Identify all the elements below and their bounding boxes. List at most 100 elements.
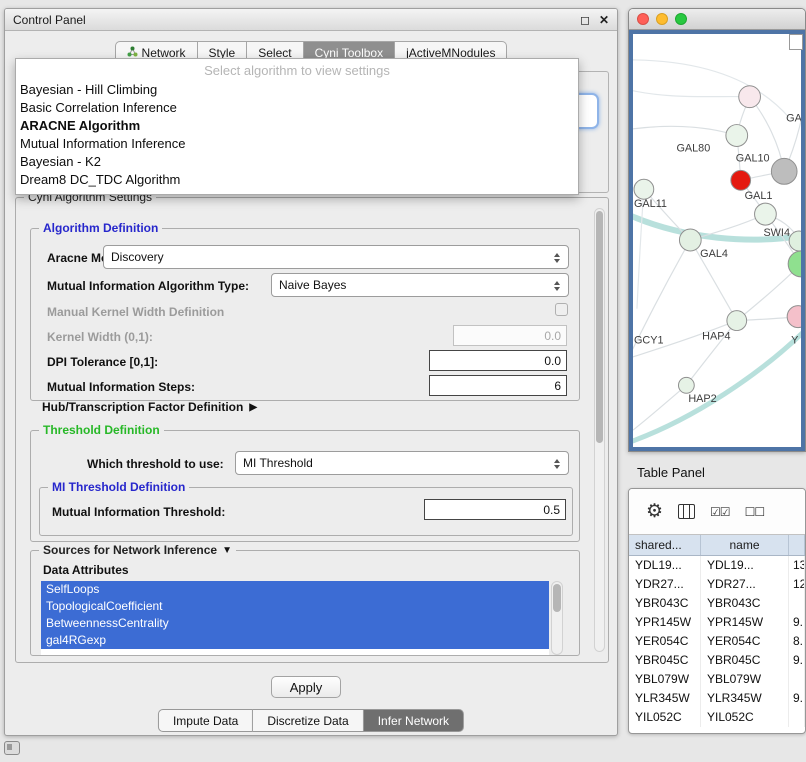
deselect-all-icon[interactable]: ☐☐: [745, 505, 765, 519]
dpi-tolerance-label: DPI Tolerance [0,1]:: [47, 355, 158, 369]
table-cell: YDR27...: [629, 575, 701, 594]
table-cell: 12: [789, 575, 805, 594]
algorithm-popup-placeholder: Select algorithm to view settings: [16, 59, 578, 81]
close-window-icon[interactable]: ✕: [599, 14, 609, 26]
manual-kernel-checkbox[interactable]: [555, 303, 568, 316]
column-header[interactable]: [789, 535, 805, 555]
network-node[interactable]: [679, 229, 701, 251]
table-cell: YBR045C: [701, 651, 789, 670]
network-node[interactable]: [731, 170, 751, 190]
network-node[interactable]: [788, 251, 801, 277]
network-node[interactable]: [727, 311, 747, 331]
table-row[interactable]: YBR045CYBR045C9.: [629, 651, 805, 670]
network-edge[interactable]: [633, 90, 750, 97]
window-title: Control Panel: [13, 13, 86, 27]
threshold-definition-group: Threshold Definition Which threshold to …: [30, 430, 580, 542]
mi-threshold-group-title: MI Threshold Definition: [48, 480, 189, 494]
algorithm-option[interactable]: Dream8 DC_TDC Algorithm: [16, 171, 578, 189]
network-edge[interactable]: [633, 126, 737, 135]
attribute-item[interactable]: gal4RGexp: [41, 632, 549, 649]
control-panel-titlebar: Control Panel ◻ ✕: [5, 9, 617, 31]
attributes-scrollbar[interactable]: [551, 581, 563, 655]
mi-type-combobox[interactable]: Naive Bayes: [271, 273, 569, 297]
combobox-value: Naive Bayes: [279, 278, 346, 292]
column-header[interactable]: shared...: [629, 535, 701, 555]
select-all-icon[interactable]: ☑☑: [710, 505, 730, 519]
table-header: shared...name: [629, 535, 805, 556]
column-selector-icon[interactable]: [678, 504, 695, 519]
sources-disclosure[interactable]: Sources for Network Inference ▼: [39, 543, 236, 557]
table-cell: YER054C: [629, 632, 701, 651]
float-panel-icon[interactable]: [4, 741, 20, 755]
tab-discretize-data[interactable]: Discretize Data: [253, 709, 363, 732]
node-label: HAP2: [688, 393, 716, 405]
node-label: GCY1: [634, 334, 664, 346]
data-attributes-list: SelfLoopsTopologicalCoefficientBetweenne…: [41, 581, 549, 655]
table-cell: YBL079W: [629, 670, 701, 689]
table-cell: YBR045C: [629, 651, 701, 670]
table-row[interactable]: YPR145WYPR145W9.: [629, 613, 805, 632]
network-overview-box[interactable]: [789, 34, 803, 50]
table-row[interactable]: YBR043CYBR043C: [629, 594, 805, 613]
zoom-traffic-light-icon[interactable]: [675, 13, 687, 25]
network-node[interactable]: [739, 86, 761, 108]
kernel-width-field[interactable]: [453, 325, 567, 346]
algorithm-option[interactable]: Mutual Information Inference: [16, 135, 578, 153]
aracne-mode-combobox[interactable]: Discovery: [103, 245, 569, 269]
table-row[interactable]: YDR27...YDR27...12: [629, 575, 805, 594]
column-header[interactable]: name: [701, 535, 789, 555]
kernel-width-label: Kernel Width (0,1):: [47, 330, 153, 344]
attribute-item[interactable]: TopologicalCoefficient: [41, 598, 549, 615]
float-window-icon[interactable]: ◻: [580, 14, 590, 26]
minimize-traffic-light-icon[interactable]: [656, 13, 668, 25]
network-node[interactable]: [726, 125, 748, 147]
table-row[interactable]: YIL052CYIL052C: [629, 708, 805, 727]
table-cell: YIL052C: [701, 708, 789, 727]
algorithm-option[interactable]: ARACNE Algorithm: [16, 117, 578, 135]
network-node[interactable]: [771, 158, 797, 184]
algorithm-option[interactable]: Bayesian - Hill Climbing: [16, 81, 578, 99]
network-canvas[interactable]: GALGAL80GAL10GAL11GAL1SWI4GAL4GCY1HAP4HA…: [629, 30, 805, 451]
table-row[interactable]: YBL079WYBL079W: [629, 670, 805, 689]
algorithm-popup: Select algorithm to view settings Bayesi…: [15, 58, 579, 195]
network-node[interactable]: [789, 231, 801, 251]
gear-icon[interactable]: ⚙: [646, 502, 663, 521]
tab-impute-data[interactable]: Impute Data: [158, 709, 253, 732]
scrollbar-thumb[interactable]: [596, 211, 603, 443]
table-row[interactable]: YER054CYER054C8.: [629, 632, 805, 651]
which-threshold-combobox[interactable]: MI Threshold: [235, 451, 569, 475]
table-row[interactable]: YLR345WYLR345W9.: [629, 689, 805, 708]
mi-threshold-field[interactable]: [424, 499, 566, 520]
algorithm-option[interactable]: Bayesian - K2: [16, 153, 578, 171]
apply-button[interactable]: Apply: [271, 676, 341, 698]
network-node[interactable]: [678, 377, 694, 393]
combobox-value: MI Threshold: [243, 456, 313, 470]
network-node[interactable]: [755, 203, 777, 225]
hub-definition-disclosure[interactable]: Hub/Transcription Factor Definition ▶: [42, 400, 257, 414]
table-cell: YPR145W: [629, 613, 701, 632]
node-label: GAL: [786, 113, 801, 125]
scrollbar-thumb[interactable]: [553, 584, 561, 612]
network-edge[interactable]: [633, 60, 789, 118]
manual-kernel-label: Manual Kernel Width Definition: [47, 305, 224, 319]
combobox-stepper-icon: [551, 250, 563, 266]
tab-infer-network[interactable]: Infer Network: [364, 709, 464, 732]
attribute-item[interactable]: SelfLoops: [41, 581, 549, 598]
table-row[interactable]: YDL19...YDL19...13: [629, 556, 805, 575]
settings-scrollbar[interactable]: [594, 208, 605, 652]
network-graph[interactable]: GALGAL80GAL10GAL11GAL1SWI4GAL4GCY1HAP4HA…: [633, 34, 801, 447]
attribute-item[interactable]: BetweennessCentrality: [41, 615, 549, 632]
combobox-stepper-icon: [551, 456, 563, 472]
dpi-tolerance-field[interactable]: [429, 350, 567, 371]
network-node[interactable]: [787, 306, 801, 328]
table-cell: YER054C: [701, 632, 789, 651]
node-label: GAL11: [634, 198, 667, 210]
combobox-value: Discovery: [111, 250, 164, 264]
table-toolbar: ⚙ ☑☑ ☐☐: [629, 489, 805, 535]
close-traffic-light-icon[interactable]: [637, 13, 649, 25]
mi-steps-field[interactable]: [429, 375, 567, 396]
algorithm-option[interactable]: Basic Correlation Inference: [16, 99, 578, 117]
network-node[interactable]: [634, 179, 654, 199]
mi-threshold-label: Mutual Information Threshold:: [52, 505, 225, 519]
chevron-down-icon: ▼: [222, 545, 232, 556]
